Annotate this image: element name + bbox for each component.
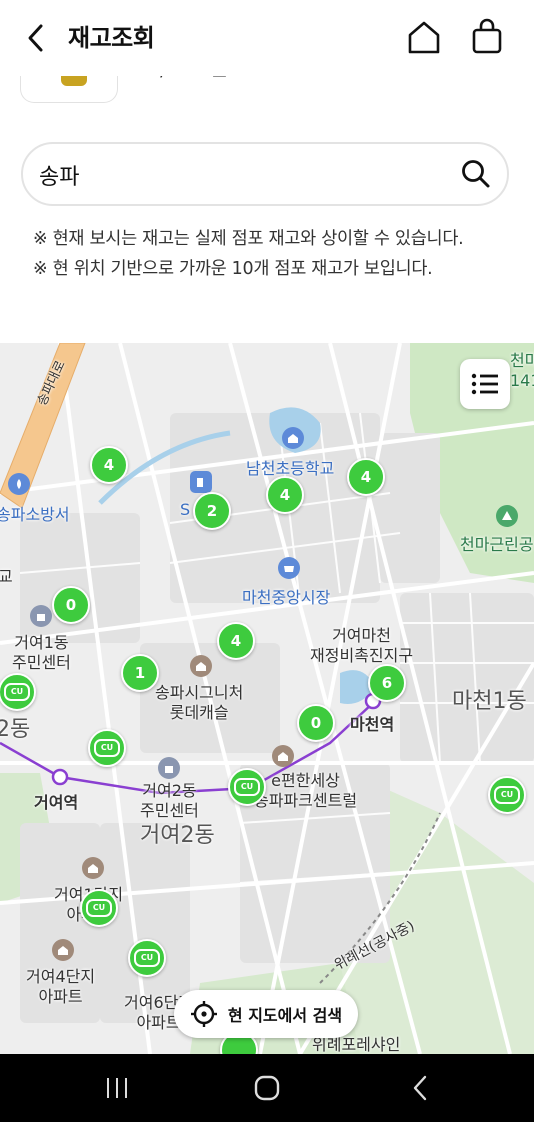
- government-office-icon-2: [158, 757, 180, 779]
- cu-logo-icon: CU: [86, 899, 112, 917]
- notice-line-2: ※ 현 위치 기반으로 가까운 10개 점포 재고가 보입니다.: [33, 259, 433, 279]
- geoyeo2-center-label: 거여2동 주민센터: [140, 781, 199, 820]
- cu-store-marker[interactable]: CU: [128, 939, 166, 977]
- fire-station-label: 송파소방서: [0, 505, 70, 524]
- cu-logo-icon: CU: [234, 778, 260, 796]
- store-map[interactable]: 송파대로 송파소방서 남천초등학교 마천중앙시장 S 교 거여1동 주민센터 송…: [0, 343, 534, 1054]
- back-button[interactable]: [20, 20, 52, 56]
- app-header: 재고조회: [0, 0, 534, 76]
- geoyeo1-center-label: 거여1동 주민센터: [12, 633, 71, 672]
- system-back-button[interactable]: [400, 1072, 440, 1104]
- recent-apps-icon: [107, 1078, 127, 1098]
- search-this-area-label: 현 지도에서 검색: [227, 1006, 343, 1025]
- list-icon: [471, 373, 498, 395]
- search-input[interactable]: [37, 154, 441, 196]
- hansesang-label: e편한세상 송파파크센트럴: [254, 771, 358, 810]
- market-label: 마천중앙시장: [242, 588, 331, 607]
- store-stock-marker[interactable]: 0: [52, 586, 90, 624]
- apartment-icon-3: [82, 857, 104, 879]
- back-chevron-icon: [413, 1075, 427, 1101]
- redevelop-label: 거여마천 재정비촉진지구: [310, 626, 414, 665]
- system-navigation-bar: [0, 1054, 534, 1122]
- store-stock-marker[interactable]: 6: [368, 664, 406, 702]
- store-stock-marker[interactable]: 4: [347, 458, 385, 496]
- apartment-icon: [190, 655, 212, 677]
- store-stock-marker[interactable]: 1: [121, 654, 159, 692]
- cu-logo-icon: CU: [134, 949, 160, 967]
- store-stock-marker[interactable]: 4: [90, 446, 128, 484]
- school-label: 남천초등학교: [246, 459, 335, 478]
- cu-logo-icon: CU: [494, 786, 520, 804]
- apartment-icon-4: [52, 939, 74, 961]
- cu-store-marker[interactable]: CU: [80, 889, 118, 927]
- geoyeo2-dong-label: 거여2동: [140, 823, 215, 848]
- apartment-icon-2: [272, 745, 294, 767]
- cu-logo-icon: CU: [4, 683, 30, 701]
- store-stock-marker[interactable]: 0: [297, 704, 335, 742]
- cart-button[interactable]: [466, 16, 508, 58]
- system-home-button[interactable]: [247, 1072, 287, 1104]
- apt4-label: 거여4단지 아파트: [26, 967, 96, 1006]
- home-circle-icon: [254, 1075, 280, 1101]
- macheon-station-label: 마천역: [350, 715, 395, 734]
- home-icon: [408, 21, 440, 54]
- search-button[interactable]: [459, 157, 493, 191]
- crosshair-icon: [190, 1001, 217, 1027]
- market-icon: [278, 557, 300, 579]
- gas-station-label: S: [180, 500, 191, 519]
- government-office-icon: [30, 605, 52, 627]
- chevron-left-icon: [28, 24, 43, 52]
- list-view-button[interactable]: [460, 359, 510, 409]
- cu-logo-icon: CU: [94, 739, 120, 757]
- gas-station-icon: [190, 471, 212, 493]
- geoyeo-station-label: 거여역: [34, 793, 79, 812]
- cu-store-marker[interactable]: CU: [88, 729, 126, 767]
- search-this-area-button[interactable]: 현 지도에서 검색: [174, 990, 358, 1038]
- notice-line-1: ※ 현재 보시는 재고는 실제 점포 재고와 상이할 수 있습니다.: [33, 229, 464, 249]
- recent-apps-button[interactable]: [97, 1072, 137, 1104]
- signature-apt-label: 송파시그니처 롯데캐슬: [155, 683, 244, 722]
- home-button[interactable]: [404, 18, 444, 58]
- page-title: 재고조회: [68, 24, 155, 52]
- left-cut-label: 교: [0, 567, 13, 586]
- left-dong-label: 2동: [0, 717, 31, 742]
- store-stock-marker[interactable]: 4: [266, 476, 304, 514]
- stock-notice: ※ 현재 보시는 재고는 실제 점포 재고와 상이할 수 있습니다. ※ 현 위…: [33, 224, 503, 284]
- cu-store-marker[interactable]: CU: [228, 768, 266, 806]
- school-icon: [282, 427, 304, 449]
- store-search-box: [21, 142, 509, 206]
- store-stock-marker[interactable]: 2: [193, 492, 231, 530]
- cu-store-marker[interactable]: CU: [488, 776, 526, 814]
- park-label: 천마근린공원: [460, 535, 534, 554]
- park-icon: [496, 505, 518, 527]
- mountain-label: 천마산 141: [510, 351, 534, 390]
- macheon1-dong-label: 마천1동: [452, 689, 527, 714]
- search-icon: [462, 160, 490, 188]
- fire-station-icon: [8, 473, 30, 495]
- store-stock-marker[interactable]: 4: [217, 622, 255, 660]
- shopping-bag-icon: [472, 18, 502, 54]
